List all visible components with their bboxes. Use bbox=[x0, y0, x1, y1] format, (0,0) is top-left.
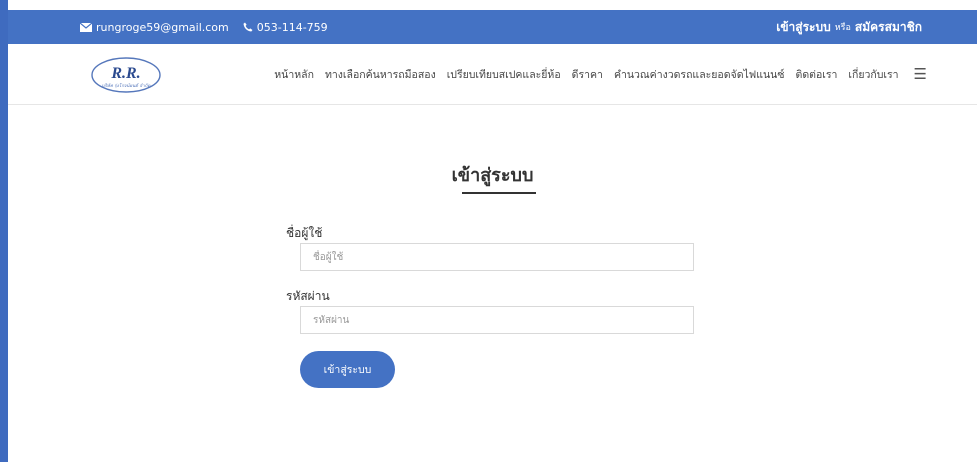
phone-contact[interactable]: 053-114-759 bbox=[243, 21, 328, 34]
username-input[interactable] bbox=[300, 243, 694, 271]
username-label: ชื่อผู้ใช้ bbox=[286, 226, 323, 240]
login-submit-button[interactable]: เข้าสู่ระบบ bbox=[300, 351, 395, 388]
nav-item-about[interactable]: เกี่ยวกับเรา bbox=[848, 66, 898, 83]
nav-item-home[interactable]: หน้าหลัก bbox=[274, 66, 314, 83]
main-navbar: R.R. บริษัท รุ่งโรจน์ยนต์ จำกัด หน้าหลัก… bbox=[8, 44, 977, 105]
nav-item-price[interactable]: ดีราคา bbox=[572, 66, 603, 83]
phone-text: 053-114-759 bbox=[256, 20, 328, 34]
hamburger-menu-icon[interactable]: ☰ bbox=[914, 65, 927, 83]
envelope-icon bbox=[80, 22, 92, 32]
logo-text: R.R. bbox=[110, 65, 140, 82]
password-input[interactable] bbox=[300, 306, 694, 334]
nav-menu: หน้าหลัก ทางเลือกค้นหารถมือสอง เปรียบเที… bbox=[274, 44, 927, 104]
auth-links: เข้าสู่ระบบ หรือ สมัครสมาชิก bbox=[776, 10, 922, 44]
nav-item-search-used-cars[interactable]: ทางเลือกค้นหารถมือสอง bbox=[325, 66, 436, 83]
page: rungroge59@gmail.com 053-114-759 เข้าสู่… bbox=[8, 0, 977, 462]
or-text: หรือ bbox=[834, 23, 851, 33]
title-underline bbox=[462, 192, 536, 194]
top-contact-bar: rungroge59@gmail.com 053-114-759 เข้าสู่… bbox=[8, 10, 977, 44]
email-contact[interactable]: rungroge59@gmail.com bbox=[80, 21, 229, 34]
company-logo[interactable]: R.R. บริษัท รุ่งโรจน์ยนต์ จำกัด bbox=[90, 56, 162, 94]
phone-icon bbox=[243, 22, 253, 32]
password-label: รหัสผ่าน bbox=[286, 289, 330, 303]
register-link[interactable]: สมัครสมาชิก bbox=[855, 18, 922, 37]
page-title: เข้าสู่ระบบ bbox=[451, 165, 534, 186]
logo-subtext: บริษัท รุ่งโรจน์ยนต์ จำกัด bbox=[102, 82, 152, 89]
email-text: rungroge59@gmail.com bbox=[96, 20, 229, 34]
nav-item-compare-specs[interactable]: เปรียบเทียบสเปคและยี่ห้อ bbox=[447, 66, 561, 83]
nav-item-finance-calculator[interactable]: คำนวณค่างวดรถและยอดจัดไฟแนนซ์ bbox=[614, 66, 785, 83]
nav-item-contact[interactable]: ติดต่อเรา bbox=[796, 66, 838, 83]
window-left-edge bbox=[0, 0, 8, 462]
login-link[interactable]: เข้าสู่ระบบ bbox=[776, 18, 831, 37]
contact-info: rungroge59@gmail.com 053-114-759 bbox=[80, 10, 328, 44]
